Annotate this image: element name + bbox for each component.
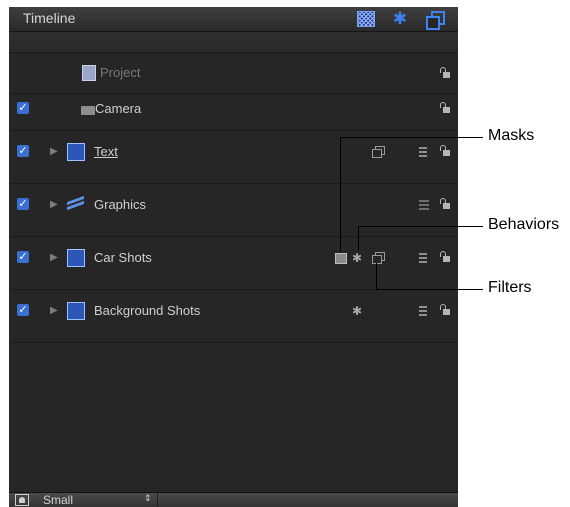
- behaviors-callout-label: Behaviors: [488, 216, 560, 233]
- layer-label: Car Shots: [94, 250, 152, 265]
- layer-label: Background Shots: [94, 303, 201, 318]
- layer-label: Camera: [95, 101, 142, 116]
- filter-icon[interactable]: [372, 146, 385, 158]
- lock-icon[interactable]: [440, 145, 450, 157]
- behaviors-callout-line: [358, 226, 483, 227]
- masks-callout-line: [340, 137, 483, 138]
- visibility-checkbox[interactable]: ✓: [17, 102, 29, 114]
- thumbnail-size-icon: [15, 494, 29, 506]
- stack-icon[interactable]: [419, 199, 431, 211]
- disclosure-triangle-icon[interactable]: ▶: [50, 146, 58, 157]
- group-icon: [67, 249, 85, 267]
- gear-icon[interactable]: ✱: [391, 10, 409, 28]
- footer-divider: [157, 493, 158, 507]
- filter-icon[interactable]: [372, 252, 385, 264]
- disclosure-triangle-icon[interactable]: ▶: [50, 252, 58, 263]
- filters-callout-label: Filters: [488, 279, 532, 296]
- window-title: Timeline: [23, 10, 76, 26]
- timeline-subheader: [9, 32, 458, 53]
- lock-icon[interactable]: [440, 304, 450, 316]
- lock-icon[interactable]: [440, 198, 450, 210]
- graphics-icon: [67, 196, 84, 210]
- layer-row-camera[interactable]: ✓ Camera: [9, 94, 458, 131]
- timeline-panel: Timeline ✱ Project ✓ Camera ✓ ▶ Text ✓ ▶…: [9, 7, 458, 507]
- lock-icon[interactable]: [440, 67, 450, 79]
- lock-icon[interactable]: [440, 251, 450, 263]
- grid-view-icon[interactable]: [357, 11, 375, 27]
- stack-icon[interactable]: [419, 146, 431, 158]
- layers-icon[interactable]: [425, 10, 445, 30]
- behaviors-callout-line: [358, 226, 359, 250]
- stack-icon[interactable]: [419, 252, 431, 264]
- layer-label: Project: [100, 65, 141, 80]
- group-icon: [67, 143, 85, 161]
- layer-row-text[interactable]: ✓ ▶ Text: [9, 131, 458, 184]
- behavior-icon[interactable]: ✱: [352, 305, 362, 317]
- visibility-checkbox[interactable]: ✓: [17, 198, 29, 210]
- mask-icon[interactable]: [335, 253, 347, 264]
- visibility-checkbox[interactable]: ✓: [17, 304, 29, 316]
- camera-icon: [81, 106, 95, 115]
- visibility-checkbox[interactable]: ✓: [17, 251, 29, 263]
- visibility-checkbox[interactable]: ✓: [17, 145, 29, 157]
- timeline-footer: Small ⇕: [9, 492, 458, 507]
- layer-row-project[interactable]: Project: [9, 53, 458, 94]
- disclosure-triangle-icon[interactable]: ▶: [50, 305, 58, 316]
- behavior-icon[interactable]: ✱: [352, 252, 362, 264]
- masks-callout-label: Masks: [488, 127, 535, 144]
- layer-row-graphics[interactable]: ✓ ▶ Graphics: [9, 184, 458, 237]
- stack-icon[interactable]: [419, 305, 431, 317]
- timeline-header: Timeline ✱: [9, 7, 458, 32]
- masks-callout-line: [340, 137, 341, 252]
- disclosure-triangle-icon[interactable]: ▶: [50, 199, 58, 210]
- layer-label: Text: [94, 144, 118, 159]
- row-size-select[interactable]: Small: [43, 493, 73, 507]
- filters-callout-line: [376, 289, 483, 290]
- group-icon: [67, 302, 85, 320]
- project-icon: [82, 65, 96, 81]
- lock-icon[interactable]: [440, 102, 450, 114]
- layer-label: Graphics: [94, 197, 147, 212]
- filters-callout-line: [376, 263, 377, 289]
- layer-row-background-shots[interactable]: ✓ ▶ Background Shots ✱: [9, 290, 458, 343]
- layer-row-car-shots[interactable]: ✓ ▶ Car Shots ✱: [9, 237, 458, 290]
- stepper-icon[interactable]: ⇕: [144, 493, 152, 504]
